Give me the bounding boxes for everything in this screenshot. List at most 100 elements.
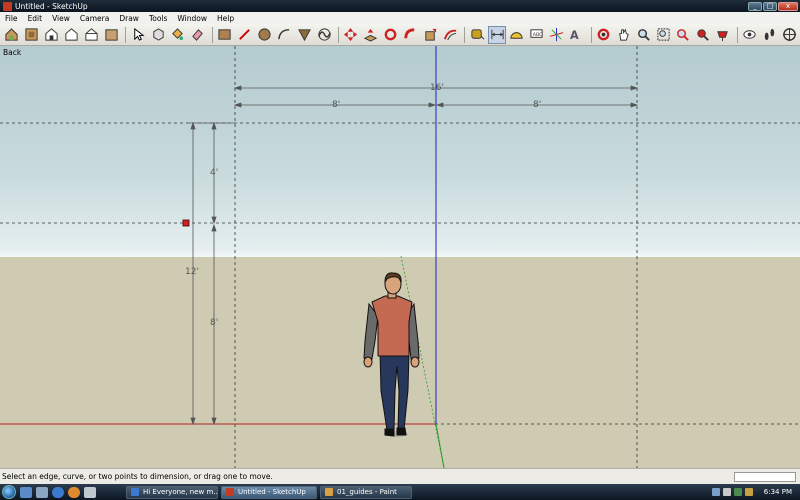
toolbar: ABC A bbox=[0, 24, 800, 46]
top-view-icon[interactable] bbox=[23, 26, 41, 44]
left-view-icon[interactable] bbox=[102, 26, 120, 44]
firefox-icon[interactable] bbox=[68, 486, 80, 498]
green-axis-solid bbox=[435, 423, 445, 468]
dim-8-vertical-arrow-bottom bbox=[211, 417, 217, 426]
dim-8-left-label[interactable]: 8' bbox=[332, 101, 340, 110]
right-view-icon[interactable] bbox=[63, 26, 81, 44]
dim-8-vertical-label[interactable]: 8' bbox=[210, 319, 218, 328]
menu-edit[interactable]: Edit bbox=[23, 14, 48, 23]
maximize-button[interactable]: □ bbox=[763, 1, 777, 11]
scale-figure bbox=[363, 272, 420, 437]
dim-8-right-arrow-left bbox=[435, 102, 444, 108]
menu-camera[interactable]: Camera bbox=[75, 14, 114, 23]
tray-app-icon[interactable] bbox=[744, 488, 753, 496]
look-around-icon[interactable] bbox=[741, 26, 759, 44]
svg-text:A: A bbox=[570, 29, 579, 42]
measurements-box[interactable] bbox=[734, 472, 796, 482]
rectangle-icon[interactable] bbox=[216, 26, 234, 44]
position-camera-icon[interactable] bbox=[714, 26, 732, 44]
dim-4-label[interactable]: 4' bbox=[210, 169, 218, 178]
zoom-icon[interactable] bbox=[634, 26, 652, 44]
walk-icon[interactable] bbox=[761, 26, 779, 44]
menu-file[interactable]: File bbox=[0, 14, 23, 23]
clock[interactable]: 6:34 PM bbox=[764, 488, 792, 496]
circle-icon[interactable] bbox=[256, 26, 274, 44]
dim-8-left-arrow-right bbox=[428, 102, 437, 108]
previous-view-icon[interactable] bbox=[694, 26, 712, 44]
window-controls: _ □ x bbox=[748, 1, 798, 11]
eraser-icon[interactable] bbox=[189, 26, 207, 44]
dim-4-arrow-bottom bbox=[211, 216, 217, 225]
scene-canvas bbox=[0, 46, 800, 468]
close-button[interactable]: x bbox=[778, 1, 798, 11]
menu-help[interactable]: Help bbox=[212, 14, 239, 23]
tape-measure-icon[interactable] bbox=[468, 26, 486, 44]
title-bar: Untitled - SketchUp _ □ x bbox=[0, 0, 800, 12]
svg-text:ABC: ABC bbox=[533, 32, 543, 38]
volume-icon[interactable] bbox=[722, 488, 731, 496]
task-item-browser[interactable]: Hi Everyone, new m... bbox=[126, 485, 218, 499]
task-item-sketchup[interactable]: Untitled - SketchUp bbox=[221, 485, 317, 499]
system-tray: 6:34 PM bbox=[711, 484, 800, 500]
protractor-icon[interactable] bbox=[508, 26, 526, 44]
iso-view-icon[interactable] bbox=[3, 26, 21, 44]
dim-8-right-label[interactable]: 8' bbox=[533, 101, 541, 110]
move-icon[interactable] bbox=[342, 26, 360, 44]
section-plane-icon[interactable] bbox=[780, 26, 798, 44]
security-icon[interactable] bbox=[733, 488, 742, 496]
line-icon[interactable] bbox=[236, 26, 254, 44]
sketchup-logo-icon bbox=[3, 1, 12, 11]
rotate-icon[interactable] bbox=[382, 26, 400, 44]
back-view-icon[interactable] bbox=[83, 26, 101, 44]
pan-icon[interactable] bbox=[614, 26, 632, 44]
toolbar-separator bbox=[338, 26, 339, 43]
dim-12-label[interactable]: 12' bbox=[185, 268, 199, 277]
follow-me-icon[interactable] bbox=[402, 26, 420, 44]
arc-icon[interactable] bbox=[275, 26, 293, 44]
minimize-button[interactable]: _ bbox=[748, 1, 762, 11]
dim-12-arrow-bottom bbox=[190, 417, 196, 426]
zoom-window-icon[interactable] bbox=[654, 26, 672, 44]
text-icon[interactable]: ABC bbox=[528, 26, 546, 44]
menu-window[interactable]: Window bbox=[172, 14, 212, 23]
dim-4-arrow-top bbox=[211, 121, 217, 130]
dim-16-arrow-right bbox=[630, 85, 639, 91]
front-view-icon[interactable] bbox=[43, 26, 61, 44]
menu-draw[interactable]: Draw bbox=[114, 14, 144, 23]
paint-bucket-icon[interactable] bbox=[169, 26, 187, 44]
freehand-icon[interactable] bbox=[315, 26, 333, 44]
axes-icon[interactable] bbox=[548, 26, 566, 44]
dim-16-label[interactable]: 16' bbox=[430, 84, 444, 93]
dim-16-arrow-left bbox=[233, 85, 242, 91]
3d-text-icon[interactable]: A bbox=[568, 26, 586, 44]
browser-icon bbox=[131, 488, 139, 496]
quick-launch-icon[interactable] bbox=[84, 486, 96, 498]
dim-8-left-arrow-left bbox=[233, 102, 242, 108]
switch-windows-icon[interactable] bbox=[36, 486, 48, 498]
zoom-extents-icon[interactable] bbox=[674, 26, 692, 44]
paint-icon bbox=[325, 488, 333, 496]
offset-icon[interactable] bbox=[441, 26, 459, 44]
task-item-paint[interactable]: 01_guides - Paint bbox=[320, 485, 412, 499]
toolbar-separator bbox=[125, 26, 127, 43]
internet-explorer-icon[interactable] bbox=[52, 486, 64, 498]
select-icon[interactable] bbox=[129, 26, 147, 44]
network-icon[interactable] bbox=[711, 488, 720, 496]
window-title: Untitled - SketchUp bbox=[15, 1, 88, 11]
make-component-icon[interactable] bbox=[149, 26, 167, 44]
dimension-icon[interactable] bbox=[488, 25, 507, 44]
menu-view[interactable]: View bbox=[47, 14, 75, 23]
drawing-viewport[interactable]: Back 16' 8' 8' 12' 4' 8' bbox=[0, 46, 800, 468]
dim-8-right-arrow-right bbox=[630, 102, 639, 108]
orbit-icon[interactable] bbox=[595, 26, 613, 44]
menu-bar: File Edit View Camera Draw Tools Window … bbox=[0, 12, 800, 24]
scale-icon[interactable] bbox=[422, 26, 440, 44]
start-button[interactable] bbox=[2, 485, 16, 499]
sketchup-icon bbox=[226, 488, 234, 496]
push-pull-icon[interactable] bbox=[362, 26, 380, 44]
show-desktop-icon[interactable] bbox=[20, 486, 32, 498]
task-label: Hi Everyone, new m... bbox=[143, 488, 218, 496]
menu-tools[interactable]: Tools bbox=[144, 14, 172, 23]
dim-8-vertical-arrow-top bbox=[211, 223, 217, 232]
polygon-icon[interactable] bbox=[295, 26, 313, 44]
